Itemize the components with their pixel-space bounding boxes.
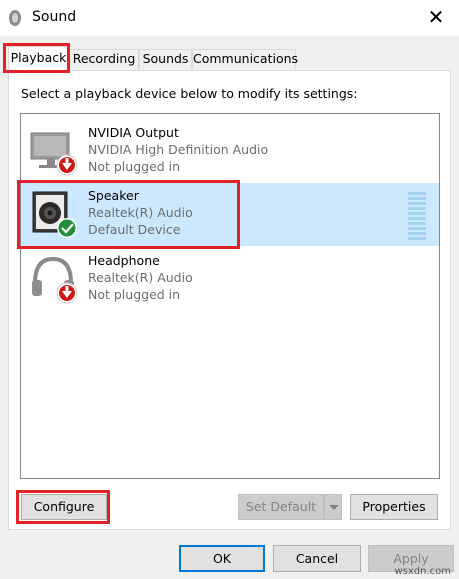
ok-button[interactable]: OK [179,545,265,572]
unplugged-arrow-icon [56,154,78,176]
tab-communications[interactable]: Communications [192,49,298,69]
monitor-icon [30,132,78,176]
device-name: Headphone [88,253,160,268]
speaker-icon [32,191,77,238]
cancel-button[interactable]: Cancel [273,545,361,572]
device-item-speaker[interactable]: Speaker Realtek(R) Audio Default Device [21,183,439,246]
default-check-icon [57,218,77,238]
tab-recording[interactable]: Recording [69,49,139,69]
unplugged-arrow-icon [56,282,78,304]
device-status: Not plugged in [88,287,181,302]
device-driver: Realtek(R) Audio [88,205,193,220]
device-status: Default Device [88,222,181,237]
set-default-dropdown-arrow[interactable] [324,494,342,520]
headphone-icon [32,256,78,304]
instruction-text: Select a playback device below to modify… [21,86,358,101]
tab-sounds[interactable]: Sounds [139,49,192,69]
watermark: wsxdn.com [394,566,451,577]
device-list[interactable]: NVIDIA Output NVIDIA High Definition Aud… [20,113,440,479]
volume-level-meter [408,192,426,240]
device-name: Speaker [88,188,139,203]
device-item-nvidia-output[interactable]: NVIDIA Output NVIDIA High Definition Aud… [21,120,439,183]
close-button[interactable]: ✕ [413,0,459,36]
tab-playback[interactable]: Playback [8,46,69,71]
device-status: Not plugged in [88,159,181,174]
title-bar: Sound ✕ [0,0,459,36]
device-driver: Realtek(R) Audio [88,270,193,285]
configure-button[interactable]: Configure [21,494,107,520]
device-driver: NVIDIA High Definition Audio [88,142,269,157]
sound-app-icon [9,10,21,26]
device-item-headphone[interactable]: Headphone Realtek(R) Audio Not plugged i… [21,248,439,311]
device-name: NVIDIA Output [88,125,179,140]
window-title: Sound [32,9,77,25]
set-default-button[interactable]: Set Default [238,494,324,520]
properties-button[interactable]: Properties [350,494,438,520]
